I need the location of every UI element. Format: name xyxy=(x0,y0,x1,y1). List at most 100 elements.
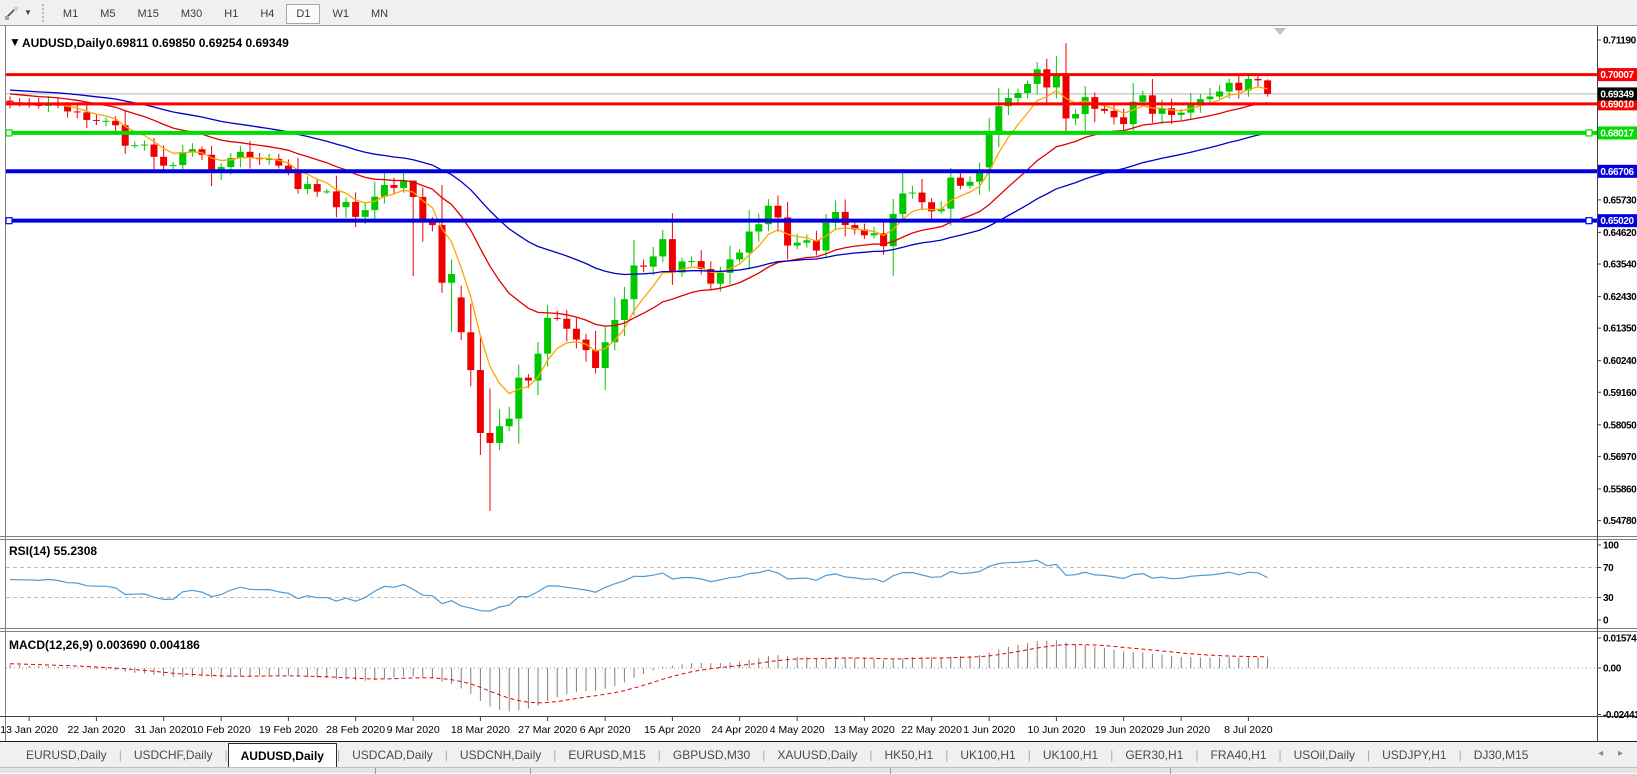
chart-tab-usdcad-daily[interactable]: USDCAD,Daily xyxy=(340,744,445,767)
date-axis-label: 1 Jun 2020 xyxy=(963,724,1015,736)
candle-body xyxy=(506,419,513,427)
candle-body xyxy=(458,297,465,332)
chart-tab-usoil-daily[interactable]: USOil,Daily xyxy=(1282,744,1367,767)
timeframe-button-h4[interactable]: H4 xyxy=(250,4,284,24)
hline-handle[interactable] xyxy=(1586,218,1592,224)
timeframe-button-w1[interactable]: W1 xyxy=(322,4,359,24)
candle-body xyxy=(659,239,666,256)
timeframe-button-m1[interactable]: M1 xyxy=(53,4,88,24)
candle-body xyxy=(976,172,983,181)
candle-body xyxy=(371,197,378,210)
chart-tab-hk50-h1[interactable]: HK50,H1 xyxy=(873,744,946,767)
candle-body xyxy=(554,318,561,319)
date-axis-label: 9 Mar 2020 xyxy=(387,724,440,736)
chevron-down-icon[interactable]: ▼ xyxy=(24,8,32,17)
rsi-tick-label: 70 xyxy=(1603,563,1614,574)
chart-tab-usdchf-daily[interactable]: USDCHF,Daily xyxy=(122,744,225,767)
date-axis-label: 22 Jan 2020 xyxy=(67,724,125,736)
candle-body xyxy=(1053,75,1060,88)
chart-tab-audusd-daily[interactable]: AUDUSD,Daily xyxy=(228,743,337,768)
chart-tabs: EURUSD,Daily|USDCHF,Daily|AUDUSD,Daily|U… xyxy=(0,742,1637,767)
candle-body xyxy=(496,426,503,443)
tab-scroll-arrows[interactable]: ◂ ▸ xyxy=(1598,748,1629,759)
candle-body xyxy=(381,185,388,197)
candle-body xyxy=(1178,113,1185,115)
timeframe-buttons: M1M5M15M30H1H4D1W1MN xyxy=(52,4,399,22)
candle-body xyxy=(1024,84,1031,93)
price-tick-label: 0.64620 xyxy=(1603,228,1637,239)
price-tick-label: 0.60240 xyxy=(1603,356,1637,367)
macd-tick-label: 0.00 xyxy=(1603,664,1622,675)
chart-tab-usdcnh-daily[interactable]: USDCNH,Daily xyxy=(448,744,553,767)
candle-body xyxy=(170,165,177,166)
date-axis-label: 22 May 2020 xyxy=(901,724,962,736)
chart-symbol-title: AUDUSD,Daily xyxy=(22,36,106,50)
candle-body xyxy=(160,157,167,166)
timeframe-button-m5[interactable]: M5 xyxy=(90,4,125,24)
status-strip-divider xyxy=(1170,768,1171,774)
chart-tab-xauusd-daily[interactable]: XAUUSD,Daily xyxy=(765,744,869,767)
candle-body xyxy=(947,178,954,209)
candle-body xyxy=(333,191,340,207)
candle-body xyxy=(285,166,292,170)
date-axis-label: 13 May 2020 xyxy=(834,724,895,736)
candle-body xyxy=(179,152,186,165)
candle-body xyxy=(391,185,398,188)
candle-body xyxy=(1082,97,1089,114)
price-tick-label: 0.61350 xyxy=(1603,324,1637,335)
chart-tab-usdjpy-h1[interactable]: USDJPY,H1 xyxy=(1370,744,1458,767)
chart-tab-ger30-h1[interactable]: GER30,H1 xyxy=(1113,744,1195,767)
candle-body xyxy=(1072,114,1079,118)
candle-body xyxy=(525,378,532,381)
candle-body xyxy=(871,233,878,235)
chart-tab-gbpusd-m30[interactable]: GBPUSD,M30 xyxy=(661,744,762,767)
candle-body xyxy=(93,120,100,121)
timeframe-button-m15[interactable]: M15 xyxy=(127,4,168,24)
tabs-scroll-right-icon[interactable]: ▸ xyxy=(1618,748,1629,759)
candle-body xyxy=(1111,111,1118,117)
timeframe-button-m30[interactable]: M30 xyxy=(171,4,212,24)
candle-body xyxy=(400,181,407,188)
candle-body xyxy=(592,350,599,368)
candle-body xyxy=(957,178,964,186)
candle-body xyxy=(1034,69,1041,84)
tabs-scroll-left-icon[interactable]: ◂ xyxy=(1598,748,1609,759)
candle-body xyxy=(640,265,647,266)
trendline-tool-icon[interactable] xyxy=(2,4,22,22)
hline-handle[interactable] xyxy=(6,130,12,136)
candle-body xyxy=(775,206,782,218)
chart-tab-fra40-h1[interactable]: FRA40,H1 xyxy=(1198,744,1278,767)
chart-tab-uk100-h1[interactable]: UK100,H1 xyxy=(1031,744,1110,767)
symbol-dropdown-icon[interactable]: ▼ xyxy=(9,35,21,49)
timeframe-button-h1[interactable]: H1 xyxy=(214,4,248,24)
chart-tab-dj30-m15[interactable]: DJ30,M15 xyxy=(1462,744,1541,767)
candle-body xyxy=(103,121,110,122)
price-badge-label: 0.69349 xyxy=(1600,89,1634,100)
price-tick-label: 0.59160 xyxy=(1603,388,1637,399)
candle-body xyxy=(563,319,570,329)
candle-body xyxy=(1043,69,1050,87)
hline-handle[interactable] xyxy=(6,218,12,224)
timeframe-button-d1[interactable]: D1 xyxy=(286,4,320,24)
date-axis-label: 6 Apr 2020 xyxy=(580,724,631,736)
candle-body xyxy=(573,329,580,340)
candle-body xyxy=(909,193,916,194)
chart-tab-uk100-h1[interactable]: UK100,H1 xyxy=(948,744,1027,767)
price-tick-label: 0.58050 xyxy=(1603,420,1637,431)
date-axis-label: 29 Jun 2020 xyxy=(1152,724,1210,736)
timeframe-button-mn[interactable]: MN xyxy=(361,4,398,24)
candle-body xyxy=(736,253,743,260)
date-axis-label: 4 May 2020 xyxy=(770,724,825,736)
chart-tab-eurusd-m15[interactable]: EURUSD,M15 xyxy=(556,744,657,767)
hline-handle[interactable] xyxy=(1586,130,1592,136)
timeframe-toolbar: ▼ M1M5M15M30H1H4D1W1MN xyxy=(0,0,1637,26)
date-axis-label: 18 Mar 2020 xyxy=(451,724,510,736)
chart-tab-eurusd-daily[interactable]: EURUSD,Daily xyxy=(14,744,119,767)
candle-body xyxy=(1015,93,1022,98)
candle-body xyxy=(314,184,321,192)
price-badge-label: 0.66706 xyxy=(1600,167,1634,178)
chart-window[interactable]: 0.711900.701100.690000.679200.668100.657… xyxy=(0,26,1637,741)
date-axis-label: 19 Jun 2020 xyxy=(1095,724,1153,736)
rsi-tick-label: 0 xyxy=(1603,616,1609,627)
rsi-tick-label: 100 xyxy=(1603,541,1619,552)
